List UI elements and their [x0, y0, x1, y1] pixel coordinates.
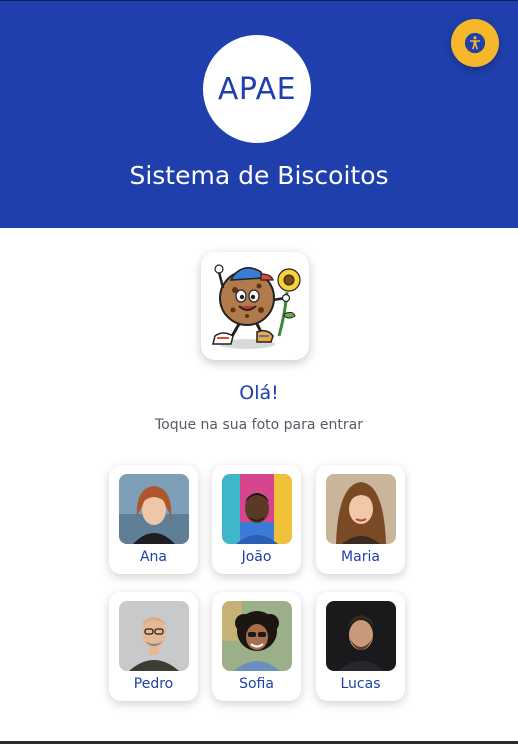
user-card-ana[interactable]: Ana — [109, 465, 198, 574]
accessibility-icon — [464, 32, 486, 54]
user-card-sofia[interactable]: Sofia — [212, 592, 301, 701]
avatar — [326, 601, 396, 671]
mascot-card — [201, 252, 309, 360]
instruction-text: Toque na sua foto para entrar — [155, 417, 363, 433]
user-name: Maria — [341, 549, 380, 565]
apae-logo: APAE — [203, 35, 311, 143]
user-card-lucas[interactable]: Lucas — [316, 592, 405, 701]
user-name: Ana — [139, 549, 168, 565]
avatar — [222, 474, 292, 544]
avatar — [326, 474, 396, 544]
avatar — [119, 601, 189, 671]
user-name: Pedro — [133, 676, 174, 692]
user-name: Lucas — [340, 676, 381, 692]
user-card-joao[interactable]: João — [212, 465, 301, 574]
greeting: Olá! — [239, 382, 279, 404]
user-card-pedro[interactable]: Pedro — [109, 592, 198, 701]
logo-text: APAE — [217, 71, 297, 107]
accessibility-button[interactable] — [451, 19, 499, 67]
app-title: Sistema de Biscoitos — [129, 161, 389, 190]
header: APAE Sistema de Biscoitos — [0, 0, 518, 228]
cookie-mascot-icon — [212, 264, 301, 349]
user-name: João — [241, 549, 272, 565]
avatar — [222, 601, 292, 671]
user-name: Sofia — [239, 676, 274, 692]
user-card-maria[interactable]: Maria — [316, 465, 405, 574]
avatar — [119, 474, 189, 544]
